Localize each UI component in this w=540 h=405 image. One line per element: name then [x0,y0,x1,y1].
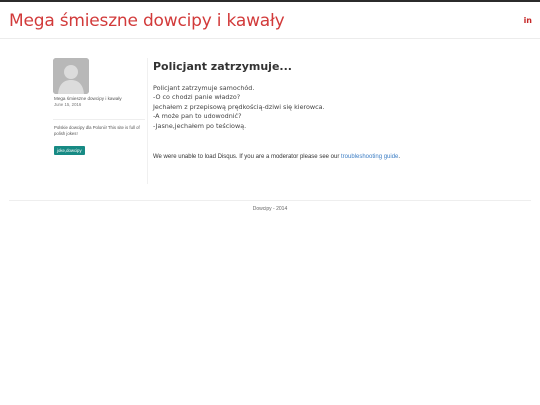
disqus-error: We were unable to load Disqus. If you ar… [153,154,453,160]
footer-divider [9,200,531,201]
post-date: June 15, 2016 [54,102,82,107]
disqus-end: . [398,154,401,160]
post-body: Policjant zatrzymuje samochód. -O co cho… [153,84,413,131]
user-avatar-icon [53,58,89,94]
linkedin-icon[interactable]: in [524,16,532,25]
post-line: -A może pan to udowodnić? [153,112,242,121]
post-line: Jechałem z przepisową prędkością-dziwi s… [153,102,325,111]
disqus-message: We were unable to load Disqus. If you ar… [153,154,341,160]
post-line: Policjant zatrzymuje samochód. [153,84,255,92]
troubleshooting-link[interactable]: troubleshooting guide [341,154,398,160]
site-header: Mega śmieszne dowcipy i kawały in [0,2,540,39]
site-title-link[interactable]: Mega śmieszne dowcipy i kawały [9,11,285,31]
sidebar-divider [53,119,145,120]
avatar[interactable] [53,58,89,94]
post-line: -Jasne,jechałem po teściową. [153,121,247,130]
author-bio: Polskie dowcipy dla Polonii! This site i… [54,125,140,136]
post-line: -O co chodzi panie władzo? [153,93,241,102]
tag-badge[interactable]: joke,dowcipy [54,146,85,155]
footer-text: Dowcipy - 2014 [252,206,288,212]
post-title: Policjant zatrzymuje... [153,60,292,73]
author-sidebar: Mega śmieszne dowcipy i kawały June 15, … [53,58,148,184]
